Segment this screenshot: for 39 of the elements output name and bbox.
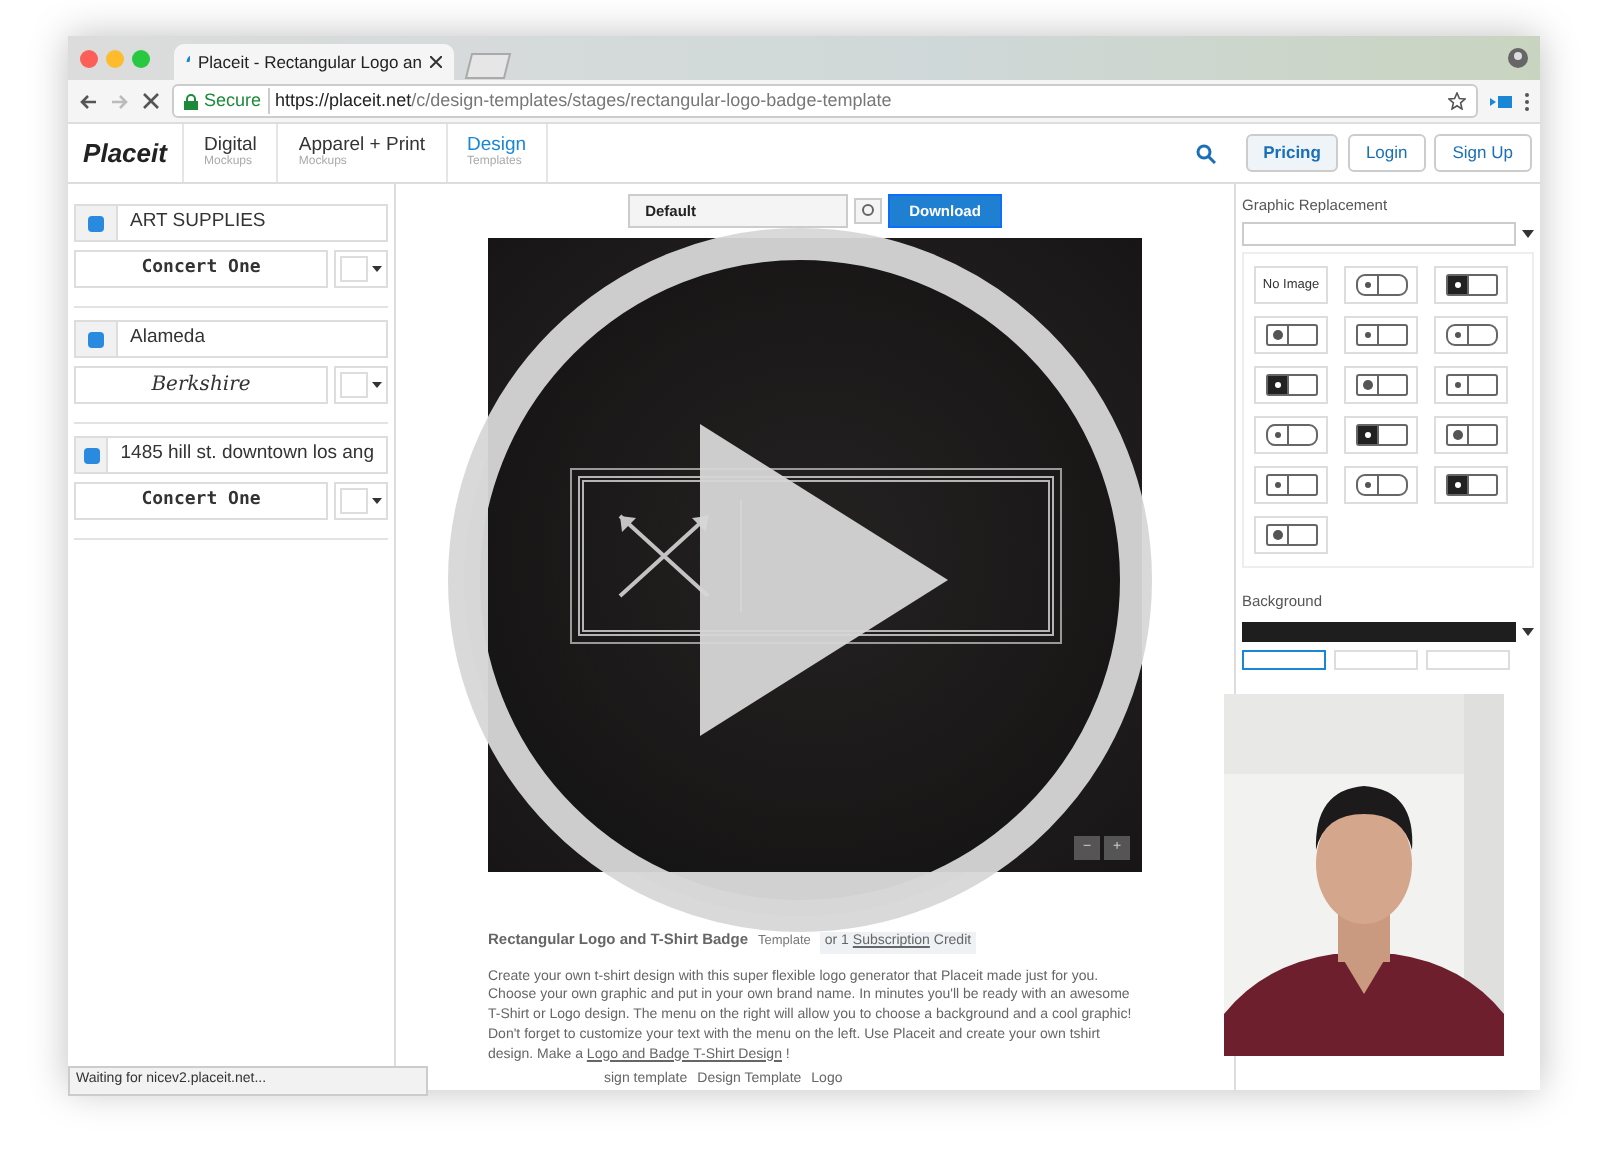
profile-icon[interactable] <box>1508 48 1528 68</box>
font-select[interactable]: Concert One <box>74 250 328 288</box>
swatch[interactable] <box>1242 649 1326 669</box>
text-field[interactable]: ART SUPPLIES <box>74 204 388 242</box>
font-select[interactable]: Berkshire <box>74 366 328 404</box>
browser-tab[interactable]: Placeit - Rectangular Logo an <box>174 44 454 80</box>
graphic-option[interactable] <box>1344 366 1418 405</box>
graphic-option[interactable] <box>1254 316 1328 355</box>
menu-icon[interactable] <box>1524 91 1530 111</box>
graphic-option[interactable] <box>1254 366 1328 405</box>
placeit-logo[interactable]: Placeit <box>68 124 184 182</box>
background-select[interactable] <box>1242 619 1534 643</box>
header-button[interactable]: Login <box>1347 134 1426 172</box>
lock-icon <box>184 93 198 109</box>
graphic-option[interactable] <box>1434 266 1508 305</box>
checkbox[interactable] <box>88 215 104 231</box>
graphic-option[interactable] <box>1344 416 1418 455</box>
search-icon[interactable] <box>1196 143 1217 163</box>
header-button[interactable]: Pricing <box>1245 134 1339 172</box>
header-button[interactable]: Sign Up <box>1434 134 1531 172</box>
color-select[interactable] <box>334 482 388 520</box>
graphic-option[interactable] <box>1434 416 1508 455</box>
checkbox[interactable] <box>83 447 100 463</box>
extension-icon[interactable] <box>1490 93 1512 109</box>
checkbox[interactable] <box>88 331 104 347</box>
zoom-icon[interactable] <box>853 198 882 225</box>
address-bar[interactable]: Secure https://placeit.net/c/design-templates/stages/rectangular-logo-badge-template <box>172 84 1478 118</box>
star-icon[interactable] <box>1448 92 1466 110</box>
graphic-option[interactable] <box>1254 516 1328 555</box>
graphic-option[interactable] <box>1434 466 1508 505</box>
tab-title: Placeit - Rectangular Logo an <box>198 49 422 75</box>
color-select[interactable] <box>334 366 388 404</box>
text-field[interactable]: 1485 hill st. downtown los ang <box>74 436 388 474</box>
stop-icon[interactable] <box>142 92 160 110</box>
back-icon[interactable] <box>78 91 98 111</box>
play-button[interactable] <box>448 228 1152 932</box>
font-select[interactable]: Concert One <box>74 482 328 520</box>
text-field[interactable]: Alameda <box>74 320 388 358</box>
color-select[interactable] <box>334 250 388 288</box>
